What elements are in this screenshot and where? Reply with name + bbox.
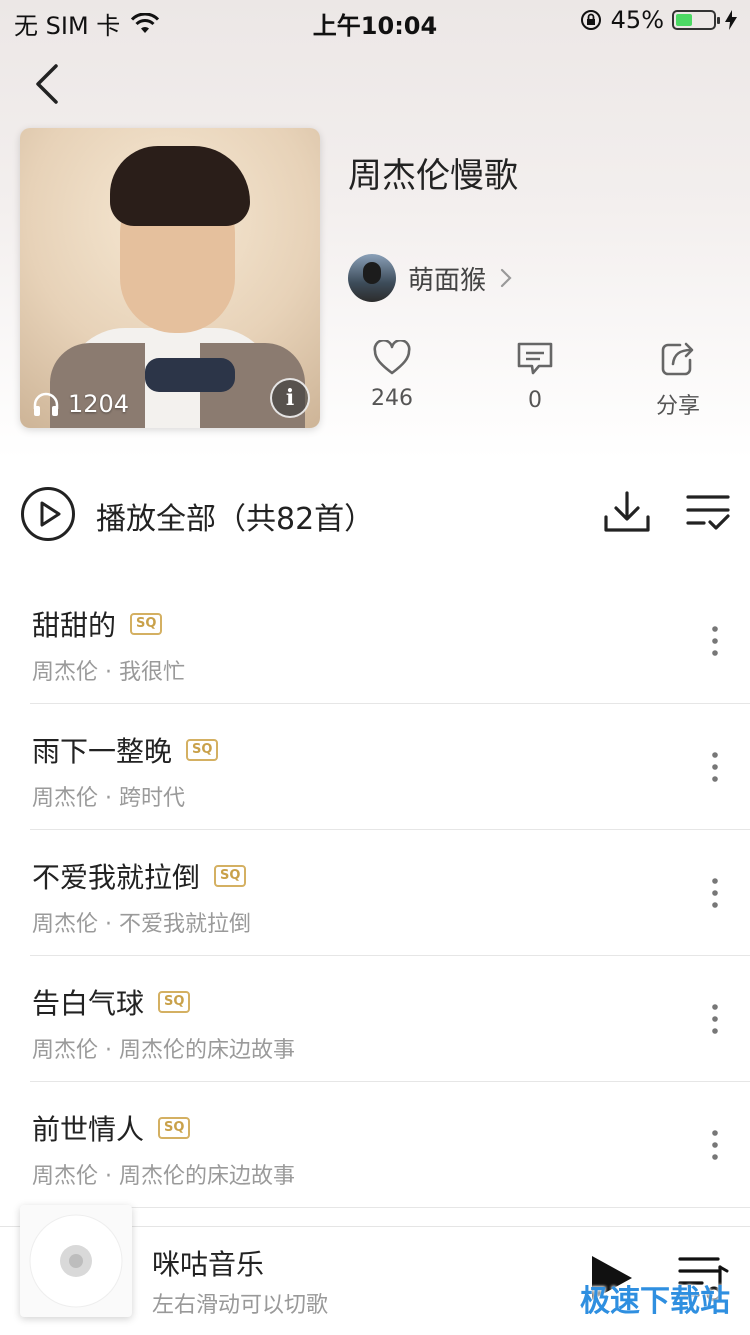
mini-player-hint: 左右滑动可以切歌 (152, 1293, 329, 1318)
song-title-line: 告白气球 SQ (32, 982, 191, 1022)
song-subtitle: 周杰伦 · 我很忙 (32, 660, 185, 685)
more-options-button[interactable] (700, 876, 730, 910)
info-icon: i (285, 385, 295, 411)
status-right: 45% (579, 6, 738, 34)
cover-art-bowtie (145, 358, 235, 392)
battery-level (676, 14, 692, 26)
song-subtitle: 周杰伦 · 不爱我就拉倒 (32, 912, 251, 937)
list-item[interactable]: 甜甜的 SQ 周杰伦 · 我很忙 (0, 578, 750, 704)
creator-link[interactable]: 萌面猴 (348, 254, 514, 302)
play-all-row: 播放全部（共82首） (0, 480, 750, 550)
sq-badge: SQ (158, 1117, 191, 1139)
like-button[interactable]: 246 (332, 338, 452, 411)
info-button[interactable]: i (270, 378, 310, 418)
sq-badge: SQ (214, 865, 247, 887)
chevron-right-icon (500, 268, 512, 288)
comment-button[interactable]: 0 (475, 340, 595, 413)
list-item[interactable]: 告白气球 SQ 周杰伦 · 周杰伦的床边故事 (0, 956, 750, 1082)
comment-icon (517, 342, 553, 375)
charging-bolt-icon (725, 10, 737, 30)
mini-player-cover[interactable] (20, 1205, 132, 1317)
back-button[interactable] (30, 62, 70, 106)
sq-badge: SQ (186, 739, 219, 761)
headphones-icon (33, 392, 59, 416)
more-options-button[interactable] (700, 750, 730, 784)
list-item[interactable]: 雨下一整晚 SQ 周杰伦 · 跨时代 (0, 704, 750, 830)
battery-icon (672, 10, 720, 30)
more-vertical-icon (712, 752, 718, 782)
song-subtitle: 周杰伦 · 周杰伦的床边故事 (32, 1164, 295, 1189)
list-item[interactable]: 不爱我就拉倒 SQ 周杰伦 · 不爱我就拉倒 (0, 830, 750, 956)
play-circle-icon (21, 487, 75, 541)
more-options-button[interactable] (700, 1002, 730, 1036)
playlist-title: 周杰伦慢歌 (348, 156, 518, 196)
share-button[interactable]: 分享 (618, 340, 738, 420)
more-vertical-icon (712, 1004, 718, 1034)
song-title: 前世情人 (32, 1113, 145, 1146)
status-bar: 无 SIM 卡 上午10:04 45% (0, 0, 750, 40)
play-all-button[interactable] (20, 486, 76, 542)
sq-badge: SQ (158, 991, 191, 1013)
song-title: 雨下一整晚 (32, 735, 173, 768)
share-label: 分享 (655, 394, 700, 419)
download-button[interactable] (602, 490, 652, 534)
song-subtitle: 周杰伦 · 跨时代 (32, 786, 185, 811)
download-icon (604, 491, 650, 532)
song-title-line: 甜甜的 SQ (32, 604, 163, 644)
share-icon (661, 342, 694, 376)
song-title-line: 不爱我就拉倒 SQ (32, 856, 247, 896)
like-count: 246 (371, 386, 413, 411)
heart-icon (373, 338, 411, 375)
battery-percent: 45% (610, 6, 664, 34)
more-vertical-icon (712, 626, 718, 656)
song-title: 告白气球 (32, 987, 145, 1020)
play-count-value: 1204 (68, 390, 130, 418)
song-title-line: 雨下一整晚 SQ (32, 730, 219, 770)
more-vertical-icon (712, 878, 718, 908)
song-title-line: 前世情人 SQ (32, 1108, 191, 1148)
mini-player-title: 咪咕音乐 (152, 1248, 265, 1281)
song-subtitle: 周杰伦 · 周杰伦的床边故事 (32, 1038, 295, 1063)
orientation-lock-icon (580, 10, 601, 30)
watermark: 极速下载站 (580, 1284, 730, 1319)
song-title: 不爱我就拉倒 (32, 861, 201, 894)
more-options-button[interactable] (700, 1128, 730, 1162)
playlist-cover[interactable]: 1204 i (20, 128, 320, 428)
more-vertical-icon (712, 1130, 718, 1160)
sq-badge: SQ (130, 613, 163, 635)
cover-art-hair (110, 146, 250, 226)
checklist-icon (686, 495, 730, 530)
song-list: 甜甜的 SQ 周杰伦 · 我很忙 雨下一整晚 SQ 周杰伦 · 跨时代 不爱我就… (0, 578, 750, 1208)
play-all-label[interactable]: 播放全部（共82首） (96, 494, 374, 538)
more-options-button[interactable] (700, 624, 730, 658)
disc-icon (29, 1214, 123, 1308)
play-count: 1204 (32, 390, 129, 418)
avatar (348, 254, 396, 302)
chevron-left-icon (36, 64, 58, 104)
list-item[interactable]: 前世情人 SQ 周杰伦 · 周杰伦的床边故事 (0, 1082, 750, 1208)
creator-name: 萌面猴 (408, 265, 487, 296)
multi-select-button[interactable] (684, 492, 732, 532)
song-title: 甜甜的 (32, 609, 117, 642)
playlist-actions: 246 0 分享 (320, 338, 750, 430)
comment-count: 0 (528, 388, 542, 413)
